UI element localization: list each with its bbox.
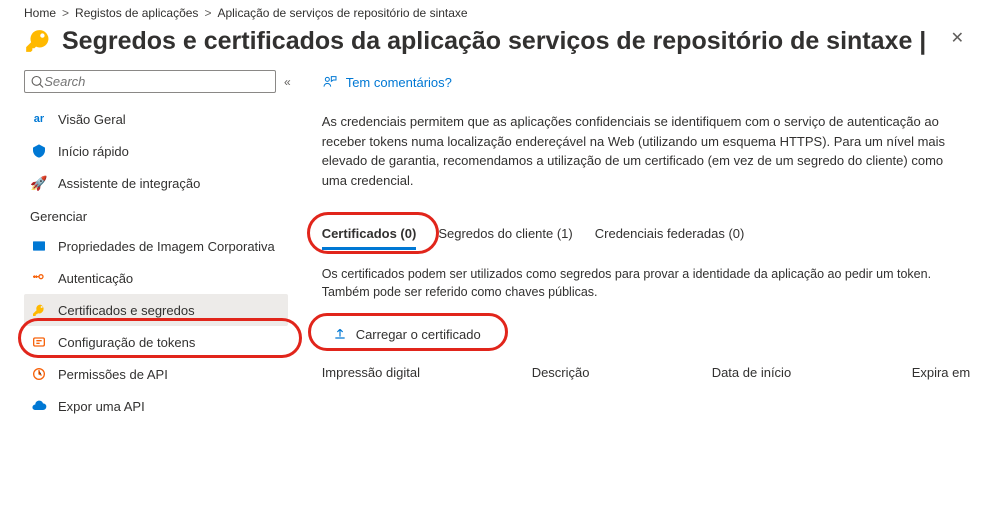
sidebar-section-manage: Gerenciar — [24, 199, 288, 230]
column-description: Descrição — [532, 365, 672, 380]
cloud-icon — [30, 397, 48, 415]
sidebar-item-label: Expor uma API — [58, 399, 145, 414]
sidebar-item-label: Permissões de API — [58, 367, 168, 382]
sidebar-item-label: Configuração de tokens — [58, 335, 195, 350]
auth-icon — [30, 269, 48, 287]
column-expires: Expira em — [912, 365, 988, 380]
collapse-sidebar-icon[interactable]: « — [284, 75, 288, 89]
feedback-label: Tem comentários? — [346, 75, 452, 90]
certificates-tab-description: Os certificados podem ser utilizados com… — [322, 265, 962, 301]
sidebar-item-label: Certificados e segredos — [58, 303, 195, 318]
sidebar-item-expose-api[interactable]: Expor uma API — [24, 390, 288, 422]
branding-icon — [30, 237, 48, 255]
sidebar-item-integration-assistant[interactable]: 🚀 Assistente de integração — [24, 167, 288, 199]
search-input[interactable] — [44, 74, 269, 89]
sidebar-item-token-config[interactable]: Configuração de tokens — [24, 326, 288, 358]
column-thumbprint: Impressão digital — [322, 365, 492, 380]
search-icon — [31, 75, 44, 89]
token-icon — [30, 333, 48, 351]
upload-certificate-button[interactable]: Carregar o certificado — [322, 321, 491, 347]
sidebar: « ar Visão Geral Início rápido 🚀 Assiste… — [0, 70, 292, 515]
upload-certificate-label: Carregar o certificado — [356, 327, 481, 342]
sidebar-item-api-permissions[interactable]: Permissões de API — [24, 358, 288, 390]
breadcrumb-sep: > — [62, 6, 69, 20]
page-title: Segredos e certificados da aplicação ser… — [62, 27, 926, 56]
search-input-wrap[interactable] — [24, 70, 276, 93]
sidebar-item-label: Visão Geral — [58, 112, 126, 127]
breadcrumb-home[interactable]: Home — [24, 6, 56, 20]
breadcrumb-app-registrations[interactable]: Registos de aplicações — [75, 6, 198, 20]
main-content: Tem comentários? As credenciais permitem… — [292, 70, 988, 515]
sidebar-item-label: Autenticação — [58, 271, 133, 286]
sidebar-item-overview[interactable]: ar Visão Geral — [24, 103, 288, 135]
sidebar-item-authentication[interactable]: Autenticação — [24, 262, 288, 294]
sidebar-item-label: Início rápido — [58, 144, 129, 159]
person-feedback-icon — [322, 74, 338, 90]
breadcrumb: Home > Registos de aplicações > Aplicaçã… — [0, 0, 988, 22]
tabs: Certificados (0) Segredos do cliente (1)… — [322, 222, 988, 249]
quickstart-icon — [30, 142, 48, 160]
credentials-description: As credenciais permitem que as aplicaçõe… — [322, 112, 962, 190]
rocket-icon: 🚀 — [30, 174, 48, 192]
key-small-icon — [30, 301, 48, 319]
breadcrumb-current: Aplicação de serviços de repositório de … — [217, 6, 467, 20]
overview-icon: ar — [30, 110, 48, 128]
key-icon — [24, 26, 50, 56]
sidebar-item-label: Propriedades de Imagem Corporativa — [58, 239, 275, 254]
tab-federated-credentials[interactable]: Credenciais federadas (0) — [595, 222, 745, 249]
feedback-link[interactable]: Tem comentários? — [322, 70, 988, 112]
column-start-date: Data de início — [712, 365, 872, 380]
sidebar-item-quickstart[interactable]: Início rápido — [24, 135, 288, 167]
upload-icon — [332, 326, 348, 342]
sidebar-item-branding[interactable]: Propriedades de Imagem Corporativa — [24, 230, 288, 262]
page-header: Segredos e certificados da aplicação ser… — [0, 22, 988, 70]
sidebar-item-certificates-secrets[interactable]: Certificados e segredos — [24, 294, 288, 326]
permissions-icon — [30, 365, 48, 383]
close-icon[interactable]: ✕ — [951, 28, 964, 48]
tab-client-secrets[interactable]: Segredos do cliente (1) — [438, 222, 572, 249]
tab-certificates[interactable]: Certificados (0) — [322, 222, 417, 249]
breadcrumb-sep: > — [204, 6, 211, 20]
sidebar-item-label: Assistente de integração — [58, 176, 200, 191]
certificates-table-header: Impressão digital Descrição Data de iníc… — [322, 365, 988, 380]
